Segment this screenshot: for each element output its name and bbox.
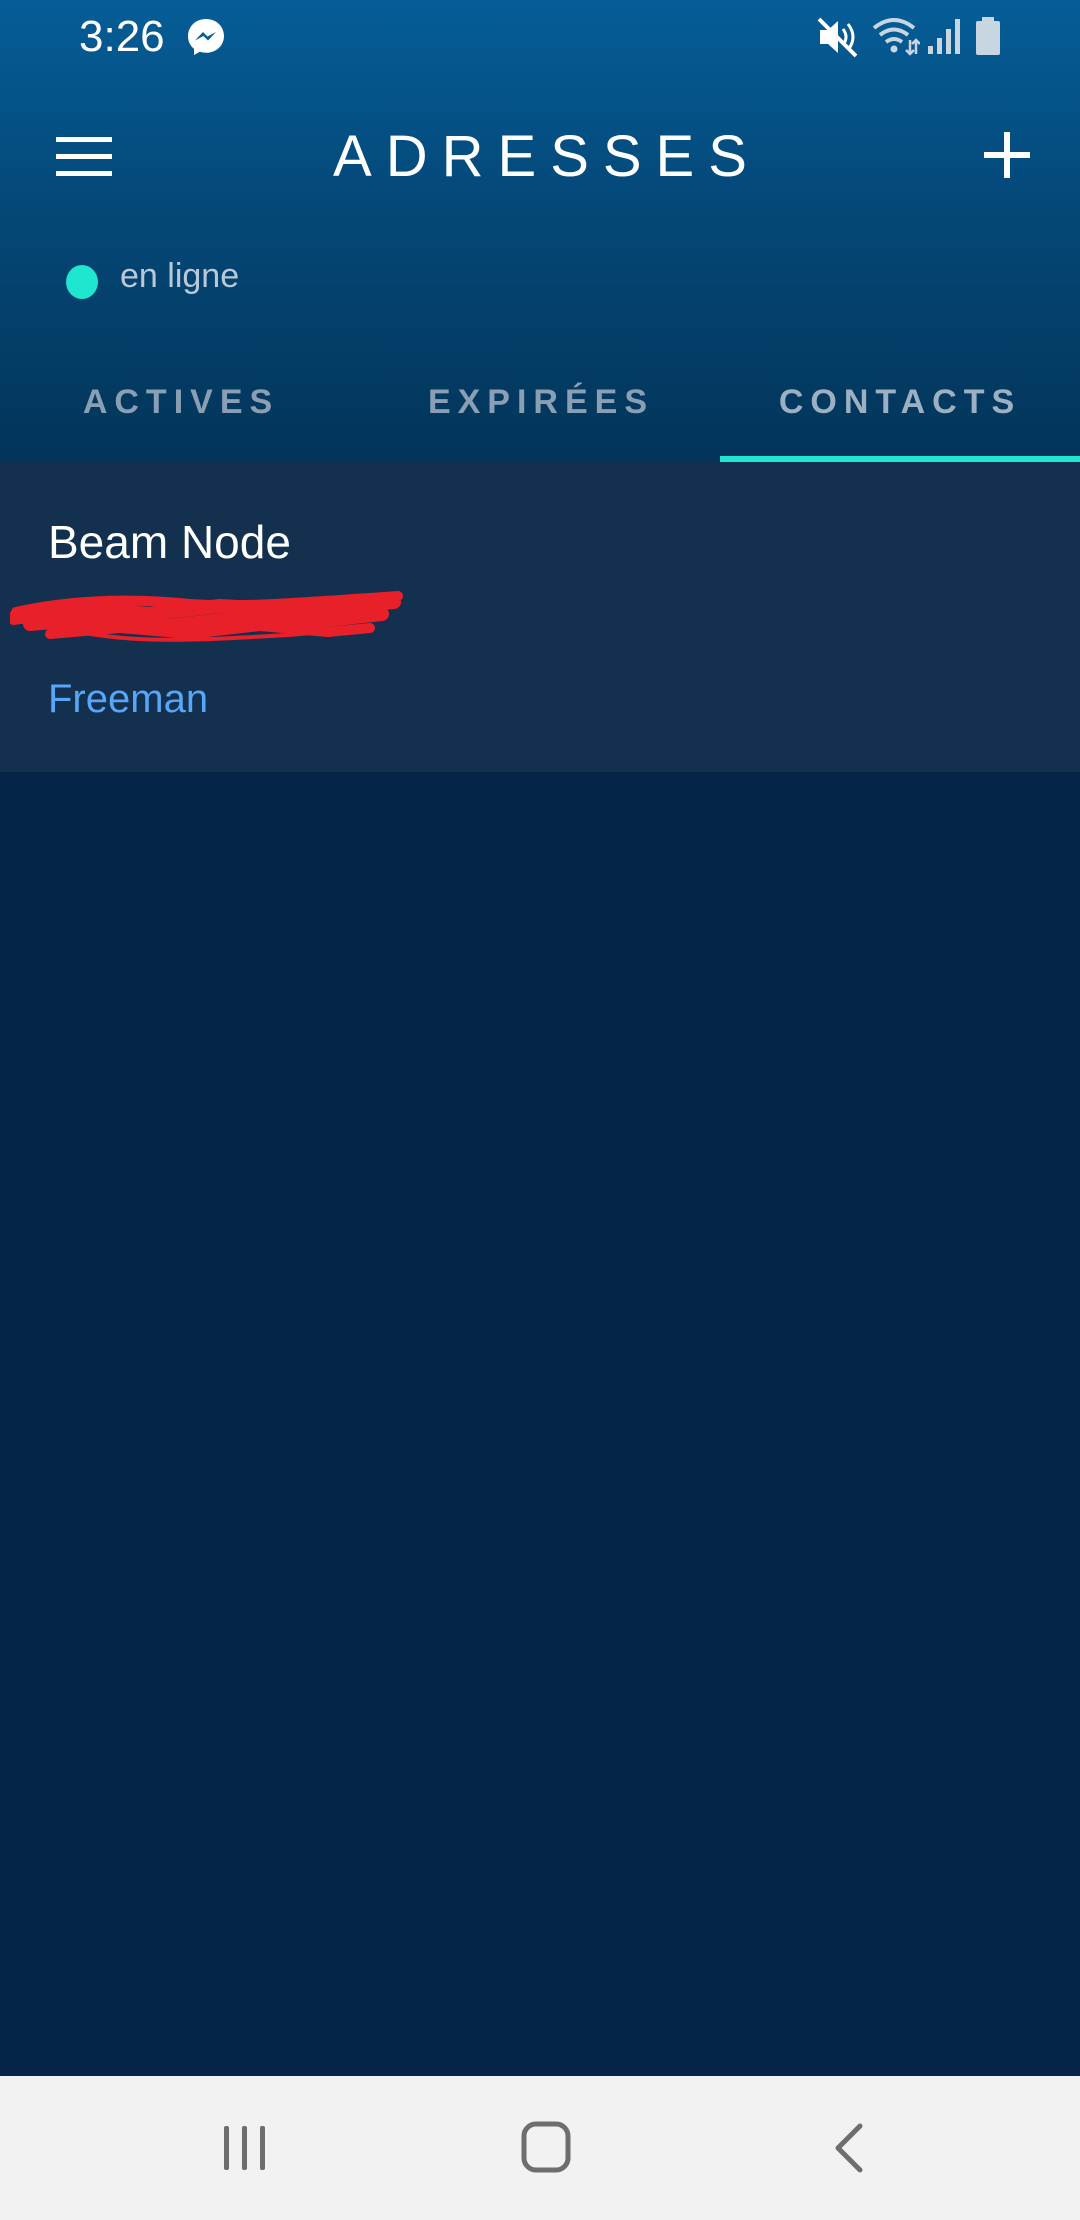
tab-bar: ACTIVES EXPIRÉES CONTACTS xyxy=(0,344,1080,462)
page-title: ADRESSES xyxy=(333,124,761,189)
connection-status: en ligne xyxy=(66,254,240,299)
battery-icon xyxy=(976,17,1000,55)
tab-actives[interactable]: ACTIVES xyxy=(0,372,362,432)
contact-item[interactable]: Beam Node Freeman xyxy=(0,462,1080,772)
tab-contacts[interactable]: CONTACTS xyxy=(720,372,1080,432)
wifi-icon xyxy=(872,18,920,56)
system-nav-bar xyxy=(0,2076,1080,2220)
header: 3:26 ADRESSES en ligne ACTIVES EXPIRÉES … xyxy=(0,0,1080,462)
redaction-scribble xyxy=(10,591,403,642)
status-time: 3:26 xyxy=(79,12,165,61)
back-icon[interactable] xyxy=(830,2122,868,2174)
tab-expirees[interactable]: EXPIRÉES xyxy=(362,372,720,432)
connection-status-label: en ligne xyxy=(120,256,240,295)
online-indicator-dot xyxy=(66,265,98,299)
contact-category: Freeman xyxy=(48,677,209,721)
recents-icon[interactable] xyxy=(220,2122,270,2174)
status-bar: 3:26 xyxy=(0,0,1080,72)
home-icon[interactable] xyxy=(520,2120,572,2174)
signal-icon xyxy=(928,19,960,54)
messenger-icon xyxy=(188,19,224,55)
mute-icon xyxy=(817,17,858,58)
add-icon[interactable] xyxy=(984,132,1030,178)
contacts-list: Beam Node Freeman xyxy=(0,462,1080,2076)
contact-name: Beam Node xyxy=(48,516,291,568)
